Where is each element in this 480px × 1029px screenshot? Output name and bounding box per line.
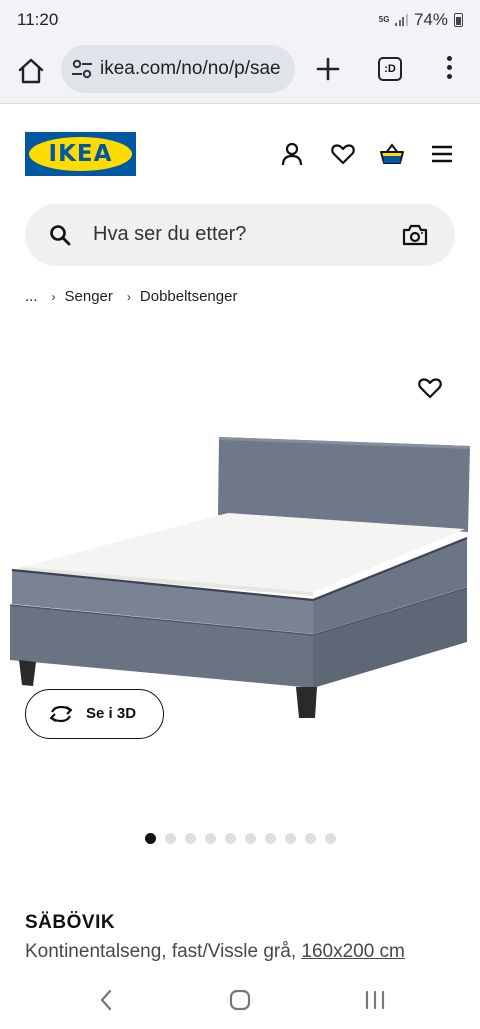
account-icon[interactable]: [279, 141, 305, 167]
camera-search-icon[interactable]: [402, 223, 428, 247]
pager-dot[interactable]: [205, 833, 216, 844]
add-to-wishlist-heart-icon[interactable]: [417, 376, 443, 400]
network-5g-icon: 5G: [378, 15, 390, 24]
search-bar[interactable]: Hva ser du etter?: [25, 204, 455, 266]
pager-dot[interactable]: [145, 833, 156, 844]
search-icon[interactable]: [49, 224, 71, 246]
product-name: SÄBÖVIK: [25, 912, 116, 933]
view-in-3d-button[interactable]: Se i 3D: [25, 689, 164, 739]
home-icon[interactable]: [16, 56, 46, 86]
more-menu-icon[interactable]: [441, 56, 457, 82]
signal-icon: [395, 14, 408, 26]
pager-dot[interactable]: [245, 833, 256, 844]
chevron-right-icon: ›: [126, 289, 131, 304]
product-description: Kontinentalseng, fast/Vissle grå, 160x20…: [25, 941, 405, 963]
recent-apps-icon[interactable]: [362, 988, 388, 1012]
pager-dot[interactable]: [285, 833, 296, 844]
product-description-text: Kontinentalseng, fast/Vissle grå,: [25, 941, 297, 962]
status-bar: 11:20 5G 74%: [0, 0, 480, 40]
battery-percent: 74%: [413, 10, 448, 29]
pager-dot[interactable]: [325, 833, 336, 844]
image-pager: [145, 833, 336, 844]
address-bar[interactable]: ikea.com/no/no/p/sae: [61, 45, 295, 93]
product-size-link[interactable]: 160x200 cm: [301, 941, 405, 962]
pager-dot[interactable]: [225, 833, 236, 844]
rotate-3d-icon: [49, 705, 73, 723]
hamburger-menu-icon[interactable]: [429, 141, 455, 167]
cart-icon[interactable]: [379, 141, 405, 167]
battery-icon: [454, 13, 463, 27]
status-indicators: 5G 74%: [379, 10, 463, 30]
view-in-3d-label: Se i 3D: [86, 705, 137, 722]
browser-toolbar: ikea.com/no/no/p/sae :D: [0, 40, 480, 104]
breadcrumb-item-senger[interactable]: Senger: [65, 288, 113, 305]
pager-dot[interactable]: [265, 833, 276, 844]
system-nav-bar: [0, 975, 480, 1029]
ikea-logo[interactable]: IKEA: [25, 132, 136, 176]
pager-dot[interactable]: [165, 833, 176, 844]
chevron-right-icon: ›: [51, 289, 56, 304]
status-time: 11:20: [17, 10, 59, 29]
new-tab-icon[interactable]: [315, 56, 341, 82]
breadcrumb-item-dobbeltsenger[interactable]: Dobbeltsenger: [140, 288, 238, 305]
back-icon[interactable]: [94, 988, 120, 1012]
url-text[interactable]: ikea.com/no/no/p/sae: [100, 58, 290, 80]
site-settings-icon[interactable]: [71, 59, 93, 79]
pager-dot[interactable]: [305, 833, 316, 844]
wishlist-icon[interactable]: [330, 141, 356, 167]
breadcrumb-ellipsis[interactable]: ...: [25, 288, 38, 305]
home-nav-icon[interactable]: [227, 988, 253, 1012]
product-image[interactable]: [0, 420, 480, 730]
search-input[interactable]: Hva ser du etter?: [93, 223, 246, 246]
breadcrumb: ... › Senger › Dobbeltsenger: [25, 288, 237, 305]
tabs-button[interactable]: :D: [378, 57, 402, 81]
pager-dot[interactable]: [185, 833, 196, 844]
